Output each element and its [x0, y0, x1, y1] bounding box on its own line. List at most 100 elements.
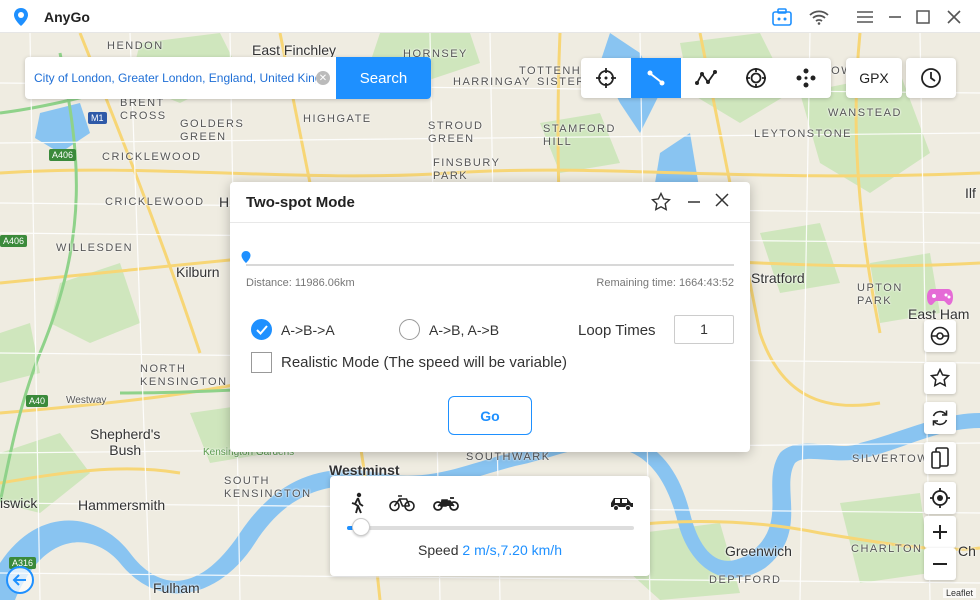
- speed-slider-track[interactable]: [347, 526, 634, 530]
- map-label-westway: Westway: [66, 395, 107, 406]
- favorite-route-icon[interactable]: [651, 192, 671, 212]
- option-a-b-a[interactable]: A->B->A: [251, 319, 335, 340]
- mode-toolbar: [581, 58, 831, 98]
- road-badge-m1: M1: [88, 112, 107, 124]
- map-label-cricklewood-1: CRICKLEWOOD: [102, 151, 202, 163]
- realistic-mode-checkbox[interactable]: [251, 352, 272, 373]
- two-spot-mode-button[interactable]: [631, 58, 681, 98]
- favorites-button[interactable]: [924, 362, 956, 394]
- map-label-golders-green: GOLDERS GREEN: [180, 118, 245, 143]
- multi-device-button[interactable]: [924, 442, 956, 474]
- option-a-b-a-b[interactable]: A->B, A->B: [399, 319, 499, 340]
- multi-spot-mode-button[interactable]: [681, 58, 731, 98]
- go-button[interactable]: Go: [448, 396, 532, 435]
- app-title: AnyGo: [44, 9, 90, 25]
- map-attribution[interactable]: Leaflet: [942, 588, 976, 598]
- option-a-b-a-b-label: A->B, A->B: [429, 321, 500, 338]
- clear-search-icon[interactable]: ✕: [316, 71, 330, 85]
- teleport-mode-button[interactable]: [581, 58, 631, 98]
- close-icon[interactable]: [943, 6, 965, 28]
- dialog-minimize-icon[interactable]: [684, 192, 704, 212]
- zoom-out-button[interactable]: [924, 548, 956, 580]
- app-logo-icon: [12, 7, 30, 27]
- devices-icon: [931, 447, 949, 469]
- map-label-harringay: HARRINGAY: [453, 76, 532, 88]
- map-label-greenwich: Greenwich: [725, 543, 792, 559]
- speed-label: Speed: [418, 542, 459, 558]
- map-label-willesden: WILLESDEN: [56, 242, 134, 254]
- map-label-leytonstone: LEYTONSTONE: [754, 128, 853, 140]
- road-badge-a406-1: A406: [49, 149, 77, 161]
- speed-panel: Speed 2 m/s,7.20 km/h: [330, 476, 650, 576]
- plus-icon: [933, 525, 947, 539]
- map-label-ilf: Ilf: [965, 185, 976, 201]
- speed-readout: Speed 2 m/s,7.20 km/h: [330, 542, 650, 558]
- joystick-mode-button[interactable]: [781, 58, 831, 98]
- map-label-cricklewood-2: CRICKLEWOOD: [105, 196, 205, 208]
- map-label-fulham: Fulham: [153, 580, 200, 596]
- car-icon[interactable]: [609, 492, 635, 514]
- map-label-chiswick: iswick: [0, 495, 38, 511]
- locate-icon: [930, 488, 950, 508]
- multi-spot-route-icon: [695, 70, 717, 85]
- map-label-north-kensington: NORTH KENSINGTON: [140, 363, 228, 388]
- remaining-time-text: Remaining time: 1664:43:52: [596, 277, 734, 289]
- target-icon: [746, 68, 766, 88]
- refresh-button[interactable]: [924, 402, 956, 434]
- map-label-south-kensington: SOUTH KENSINGTON: [224, 475, 312, 500]
- pokeball-button[interactable]: [924, 320, 956, 352]
- history-button[interactable]: [906, 58, 956, 98]
- road-badge-a40: A40: [26, 395, 49, 407]
- progress-marker-icon: [240, 250, 252, 269]
- map-label-east-finchley: East Finchley: [252, 42, 337, 58]
- search-bar: ✕ Search: [25, 57, 431, 99]
- radio-unchecked-icon[interactable]: [399, 319, 420, 340]
- wifi-icon[interactable]: [808, 6, 830, 28]
- search-button[interactable]: Search: [336, 57, 431, 99]
- speed-value: 2 m/s,7.20 km/h: [462, 542, 562, 558]
- gamepad-button[interactable]: [924, 280, 956, 312]
- maximize-icon[interactable]: [912, 6, 934, 28]
- realistic-mode-label: Realistic Mode (The speed will be variab…: [281, 354, 567, 371]
- walking-icon[interactable]: [345, 492, 371, 514]
- toolbox-icon[interactable]: [771, 6, 793, 28]
- map-label-charlton: CHARLTON: [851, 543, 923, 555]
- locate-me-button[interactable]: [924, 482, 956, 514]
- map-label-hendon: HENDON: [107, 40, 164, 52]
- gpx-button[interactable]: GPX: [846, 58, 902, 98]
- route-progress-bar: [246, 264, 734, 266]
- radio-checked-icon[interactable]: [251, 319, 272, 340]
- dialog-close-icon[interactable]: [712, 190, 732, 210]
- map-label-upton-park: UPTON PARK: [857, 282, 903, 307]
- map-label-wanstead: WANSTEAD: [828, 107, 902, 119]
- menu-icon[interactable]: [854, 6, 876, 28]
- zoom-in-button[interactable]: [924, 516, 956, 548]
- loop-times-input[interactable]: 1: [674, 315, 734, 344]
- cycling-icon[interactable]: [389, 492, 415, 514]
- motorcycle-icon[interactable]: [433, 492, 459, 514]
- dialog-title: Two-spot Mode: [246, 194, 355, 211]
- minimize-icon[interactable]: [884, 6, 906, 28]
- map-label-stroud-green: STROUD GREEN: [428, 120, 484, 145]
- back-button[interactable]: [6, 566, 34, 594]
- gamepad-icon: [927, 289, 953, 305]
- map-label-h: H: [219, 194, 230, 210]
- map-label-stamford-hill: STAMFORD HILL: [543, 123, 616, 148]
- joystick-dpad-icon: [796, 68, 816, 88]
- title-bar: AnyGo: [0, 0, 980, 33]
- refresh-icon: [932, 410, 948, 426]
- realistic-mode-option[interactable]: Realistic Mode (The speed will be variab…: [251, 352, 567, 373]
- dialog-divider: [230, 222, 750, 223]
- search-input[interactable]: [25, 57, 316, 99]
- speed-slider-handle[interactable]: [352, 518, 370, 536]
- minus-icon: [933, 563, 947, 565]
- map-label-stratford: Stratford: [751, 270, 805, 286]
- map-label-kilburn: Kilburn: [176, 264, 220, 280]
- jump-teleport-mode-button[interactable]: [731, 58, 781, 98]
- star-icon: [930, 368, 950, 387]
- two-spot-mode-dialog: Two-spot Mode Distance: 11986.06km Remai…: [230, 182, 750, 452]
- distance-text: Distance: 11986.06km: [246, 277, 355, 289]
- map-label-hammersmith: Hammersmith: [78, 497, 166, 513]
- pokeball-icon: [930, 326, 950, 346]
- map-label-deptford: DEPTFORD: [709, 574, 782, 586]
